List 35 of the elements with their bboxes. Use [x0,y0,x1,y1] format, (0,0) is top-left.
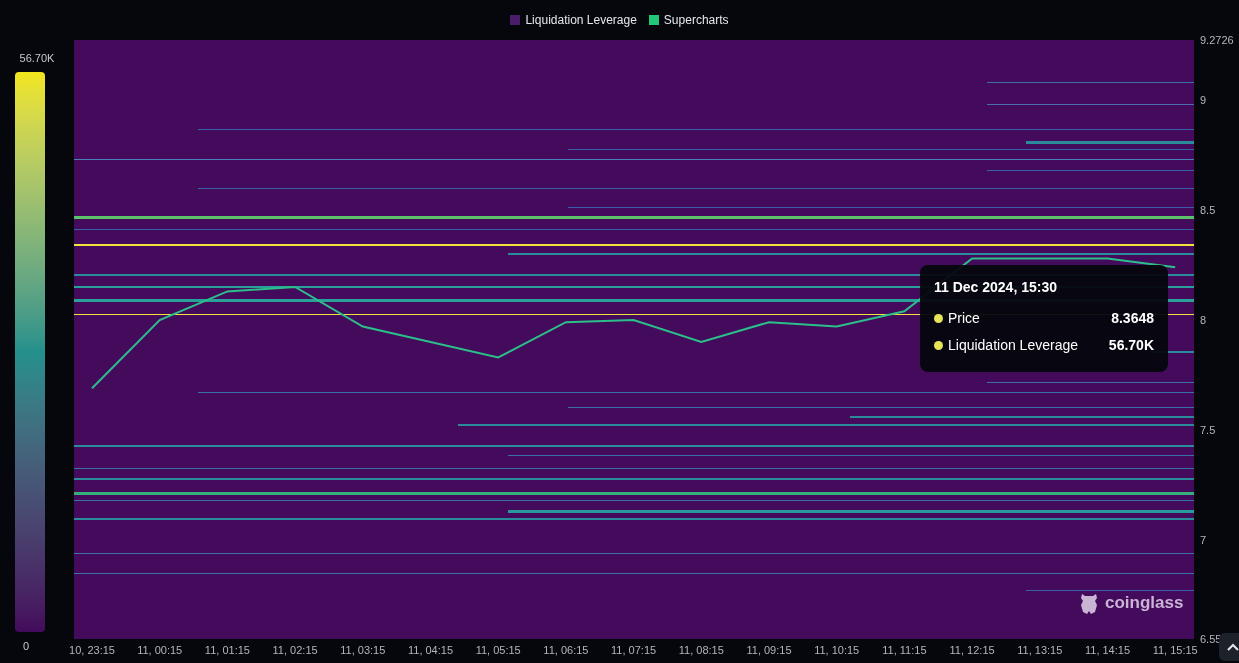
x-tick-label: 11, 02:15 [272,644,318,656]
x-tick-label: 11, 03:15 [340,644,386,656]
x-tick-label: 11, 01:15 [204,644,250,656]
y-tick-label: 7.5 [1200,424,1216,436]
tooltip-title: 11 Dec 2024, 15:30 [934,278,1058,297]
x-tick-label: 11, 14:15 [1084,644,1131,656]
y-tick-label: 8.5 [1200,204,1216,216]
x-tick-label: 11, 09:15 [746,644,792,656]
y-tick-label: 7 [1200,534,1207,546]
colorbar-min-label: 0 [22,639,30,654]
x-tick-label: 11, 10:15 [814,644,860,656]
tooltip-value: 56.70K [1108,336,1154,355]
x-tick-label: 11, 00:15 [137,644,183,656]
x-tick-label: 11, 04:15 [407,644,454,656]
y-tick-label: 8 [1200,314,1207,326]
colorbar-max-label: 56.70K [18,51,56,66]
caret-up-icon [1227,643,1239,651]
legend-item[interactable]: Liquidation Leverage [510,11,637,29]
legend-item[interactable]: Supercharts [648,11,729,29]
tooltip-value: 8.3648 [1111,309,1154,328]
x-tick-label: 11, 13:15 [1017,644,1063,656]
tooltip-label: Price [948,309,981,328]
tooltip-label: Liquidation Leverage [948,336,1079,355]
logo-text: coinglass [1105,592,1184,614]
x-tick-label: 11, 15:15 [1152,644,1198,656]
x-tick-label: 10, 23:15 [69,644,115,656]
x-tick-label: 11, 05:15 [475,644,521,656]
x-tick-label: 11, 07:15 [611,644,657,656]
x-tick-label: 11, 11:15 [882,644,927,656]
scroll-top-button[interactable] [1219,633,1239,661]
x-tick-label: 11, 12:15 [949,644,995,656]
x-tick-label: 11, 08:15 [678,644,724,656]
y-tick-label: 9.2726 [1200,34,1234,46]
x-tick-label: 11, 06:15 [543,644,589,656]
y-tick-label: 9 [1200,93,1207,106]
